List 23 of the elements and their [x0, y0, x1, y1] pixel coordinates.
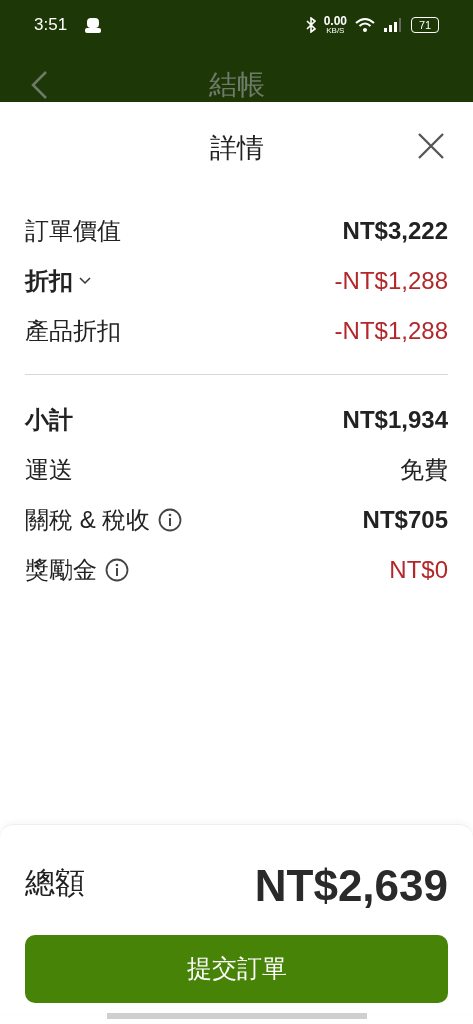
row-value: NT$3,222 — [342, 216, 448, 246]
battery-indicator: 71 — [411, 17, 439, 33]
row-label: 產品折扣 — [25, 316, 121, 346]
row-label: 折扣 — [25, 266, 73, 296]
row-value: -NT$1,288 — [334, 266, 448, 296]
row-label: 訂單價值 — [25, 216, 121, 246]
page-title: 結帳 — [208, 68, 265, 102]
row-value: -NT$1,288 — [334, 316, 448, 346]
row-label: 小計 — [25, 405, 73, 435]
row-label: 關稅 & 稅收 — [25, 505, 151, 535]
submit-order-button[interactable]: 提交訂單 — [25, 935, 448, 1003]
row-label: 獎勵金 — [25, 555, 97, 585]
total-label: 總額 — [25, 864, 85, 901]
row-value: NT$1,934 — [342, 405, 448, 435]
row-value: 免費 — [400, 455, 448, 485]
sheet-title: 詳情 — [209, 131, 264, 165]
row-label: 運送 — [25, 455, 73, 485]
row-value: NT$0 — [389, 555, 448, 585]
row-value: NT$705 — [362, 505, 448, 535]
total-value: NT$2,639 — [254, 860, 448, 912]
net-speed: 0.00 — [323, 15, 347, 27]
net-unit: KB/S — [326, 27, 345, 35]
status-time: 3:51 — [34, 14, 68, 37]
